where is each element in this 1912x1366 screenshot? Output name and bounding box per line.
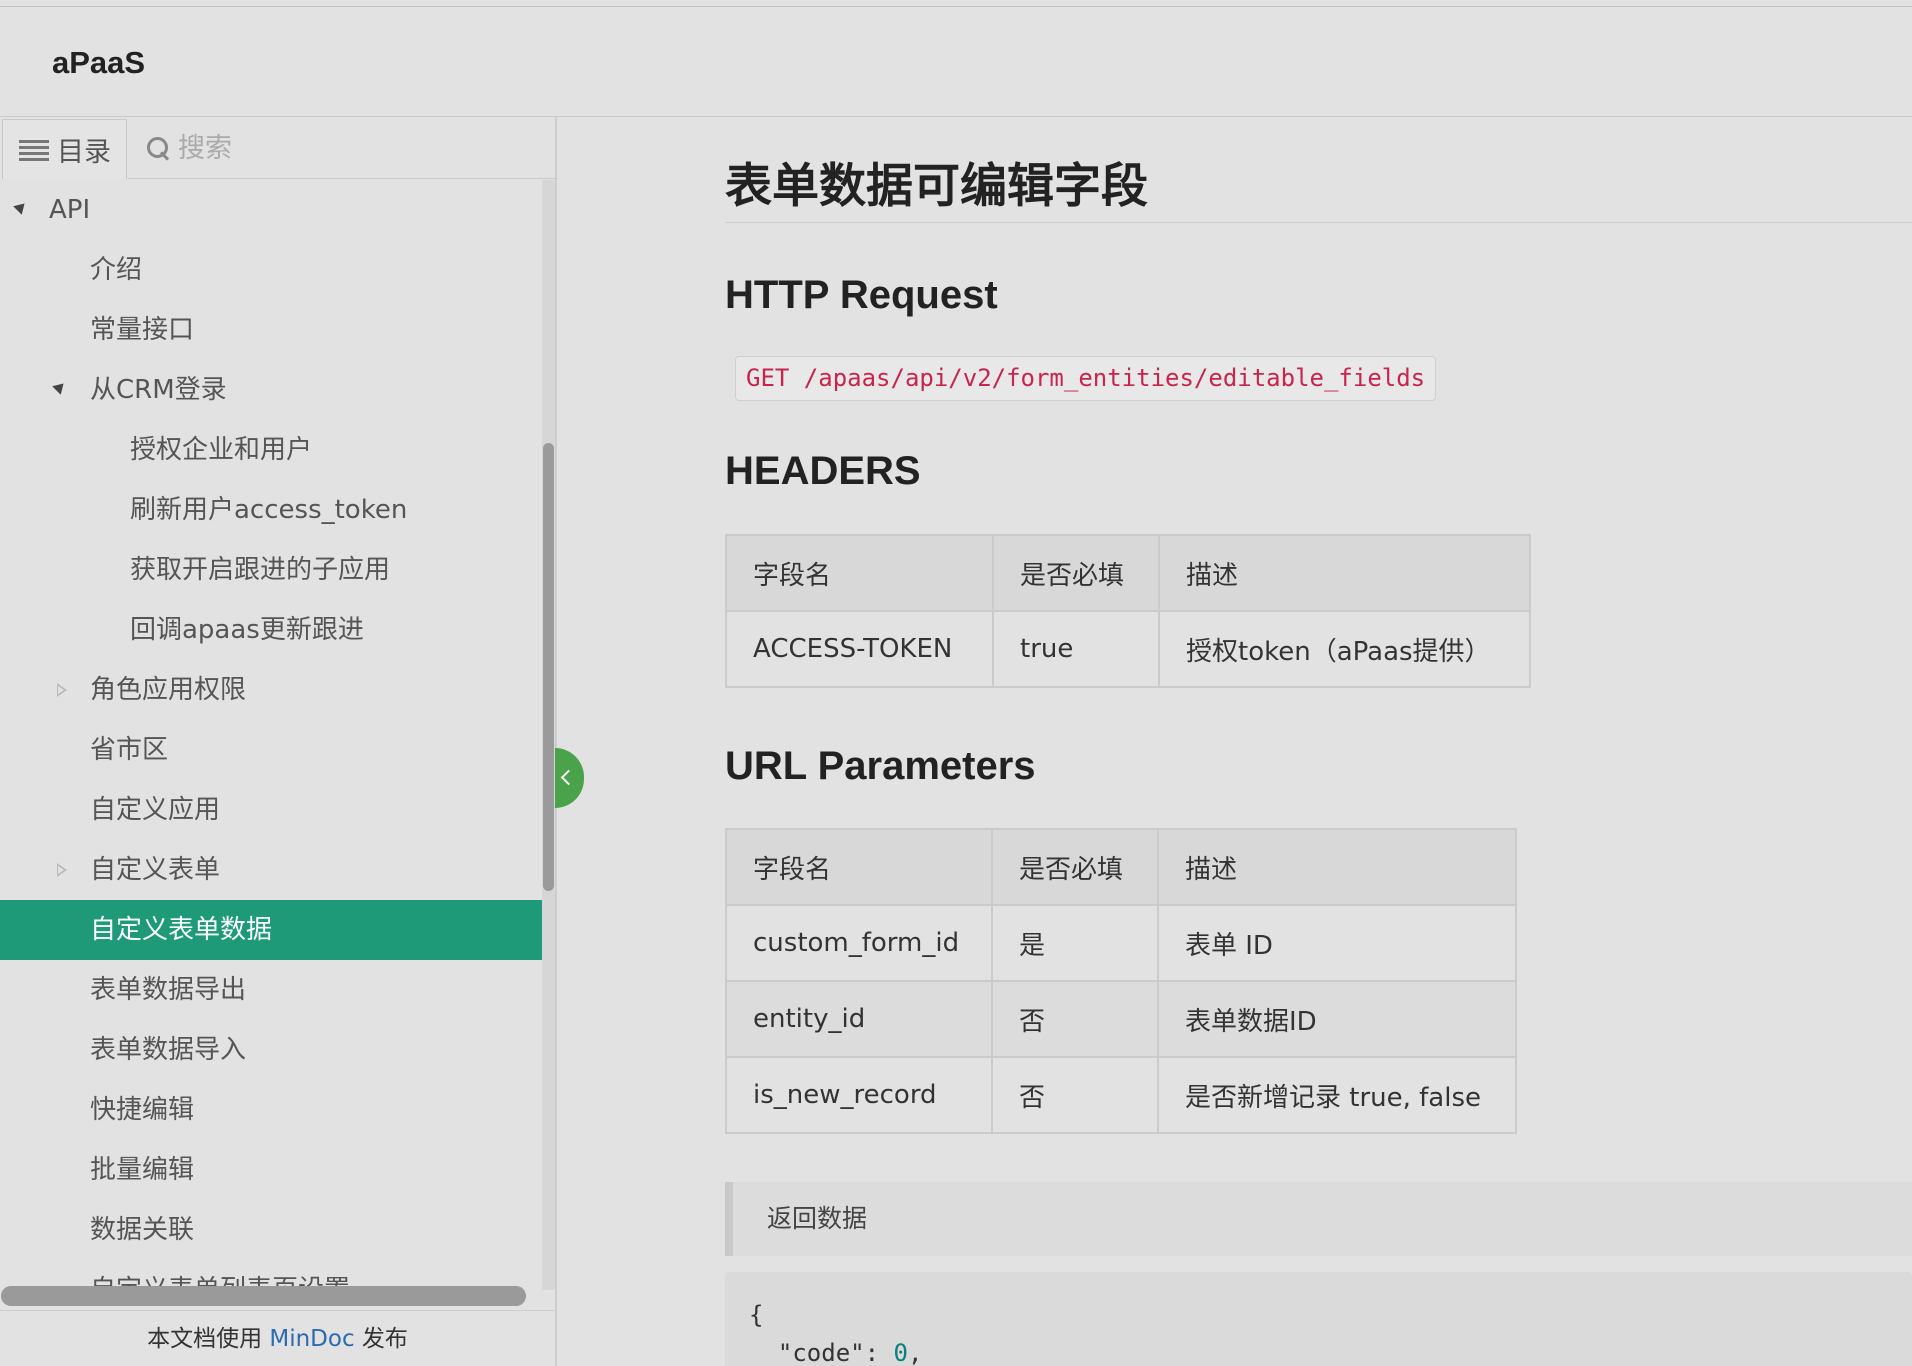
scrollbar-thumb[interactable]: [543, 443, 554, 891]
headers-table: 字段名 是否必填 描述 ACCESS-TOKEN true 授权token（aP…: [725, 534, 1531, 688]
toc-item[interactable]: 表单数据导入: [0, 1020, 542, 1080]
column-header: 描述: [1158, 534, 1531, 612]
table-row: ACCESS-TOKEN true 授权token（aPaas提供）: [725, 610, 1531, 688]
toc-item-role-permissions[interactable]: 角色应用权限: [0, 660, 542, 720]
column-header: 字段名: [725, 828, 993, 906]
table-row: entity_id 否 表单数据ID: [725, 980, 1517, 1058]
code-line: {: [749, 1301, 764, 1329]
main-content: 表单数据可编辑字段 HTTP Request GET /apaas/api/v2…: [558, 117, 1912, 1366]
toc-item[interactable]: 快捷编辑: [0, 1080, 542, 1140]
toc-item[interactable]: 常量接口: [0, 300, 542, 360]
endpoint-code: GET /apaas/api/v2/form_entities/editable…: [735, 356, 1437, 401]
toc-item-api[interactable]: API: [0, 180, 542, 240]
table-cell: custom_form_id: [725, 904, 993, 982]
caret-right-icon[interactable]: [57, 863, 67, 877]
tab-toc[interactable]: 目录: [2, 119, 127, 179]
table-cell: true: [992, 610, 1160, 688]
table-header-row: 字段名 是否必填 描述: [725, 534, 1531, 612]
toc-item[interactable]: 介绍: [0, 240, 542, 300]
caret-down-icon[interactable]: [52, 379, 68, 395]
search-input[interactable]: [178, 133, 538, 164]
table-cell: 授权token（aPaas提供）: [1158, 610, 1531, 688]
toc-item-custom-form[interactable]: 自定义表单: [0, 840, 542, 900]
response-code-block: { "code": 0,: [725, 1272, 1912, 1366]
sidebar-footer: 本文档使用 MinDoc 发布: [0, 1310, 555, 1366]
toc-item[interactable]: 批量编辑: [0, 1140, 542, 1200]
column-header: 是否必填: [991, 828, 1159, 906]
sidebar-vertical-scrollbar[interactable]: [542, 180, 555, 1290]
table-row: custom_form_id 是 表单 ID: [725, 904, 1517, 982]
sidebar: 目录 API 介绍 常量接口 从CRM登录 授权企业和用户 刷新用户access…: [0, 117, 557, 1366]
table-cell: 表单数据ID: [1157, 980, 1517, 1058]
brand-logo[interactable]: aPaaS: [52, 45, 145, 81]
sidebar-tabs: 目录: [0, 117, 557, 180]
table-cell: is_new_record: [725, 1056, 993, 1134]
app-header: aPaaS: [0, 7, 1912, 117]
table-cell: 是否新增记录 true, false: [1157, 1056, 1517, 1134]
table-cell: entity_id: [725, 980, 993, 1058]
url-parameters-table: 字段名 是否必填 描述 custom_form_id 是 表单 ID entit…: [725, 828, 1517, 1134]
title-divider: [725, 222, 1912, 223]
http-request-heading: HTTP Request: [725, 273, 998, 317]
sidebar-horizontal-scrollbar[interactable]: [1, 1286, 526, 1306]
search-icon: [146, 136, 172, 162]
headers-heading: HEADERS: [725, 449, 921, 493]
table-cell: 否: [991, 1056, 1159, 1134]
toc-item[interactable]: 自定义应用: [0, 780, 542, 840]
code-punctuation: ,: [907, 1339, 923, 1366]
code-number: 0: [893, 1339, 908, 1366]
url-parameters-heading: URL Parameters: [725, 744, 1036, 788]
toc-item[interactable]: 表单数据导出: [0, 960, 542, 1020]
list-icon: [19, 139, 49, 161]
toc-item-crm-login[interactable]: 从CRM登录: [0, 360, 542, 420]
toc-item[interactable]: 授权企业和用户: [0, 420, 542, 480]
return-data-note: 返回数据: [725, 1182, 1912, 1256]
caret-down-icon[interactable]: [13, 199, 29, 215]
toc-item[interactable]: 回调apaas更新跟进: [0, 600, 542, 660]
toc-item-active[interactable]: 自定义表单数据: [0, 900, 542, 960]
page-title: 表单数据可编辑字段: [725, 159, 1148, 214]
table-cell: ACCESS-TOKEN: [725, 610, 994, 688]
toc-tree: API 介绍 常量接口 从CRM登录 授权企业和用户 刷新用户access_to…: [0, 180, 542, 1290]
caret-right-icon[interactable]: [57, 683, 67, 697]
table-cell: 是: [991, 904, 1159, 982]
column-header: 是否必填: [992, 534, 1160, 612]
table-row: is_new_record 否 是否新增记录 true, false: [725, 1056, 1517, 1134]
toc-item[interactable]: 刷新用户access_token: [0, 480, 542, 540]
column-header: 字段名: [725, 534, 994, 612]
table-header-row: 字段名 是否必填 描述: [725, 828, 1517, 906]
tab-toc-label: 目录: [57, 137, 111, 168]
column-header: 描述: [1157, 828, 1517, 906]
table-cell: 表单 ID: [1157, 904, 1517, 982]
toc-item[interactable]: 数据关联: [0, 1200, 542, 1260]
code-line: "code":: [749, 1339, 894, 1366]
mindoc-link[interactable]: MinDoc: [269, 1326, 354, 1352]
toc-item[interactable]: 省市区: [0, 720, 542, 780]
table-cell: 否: [991, 980, 1159, 1058]
toc-item[interactable]: 获取开启跟进的子应用: [0, 540, 542, 600]
search-box[interactable]: [128, 119, 557, 179]
